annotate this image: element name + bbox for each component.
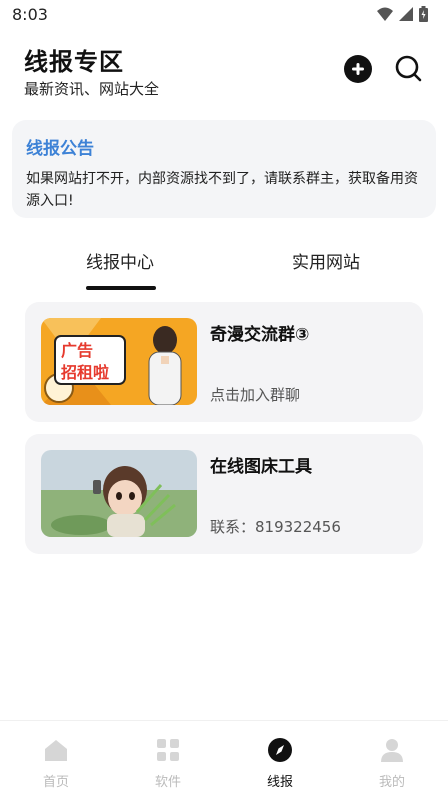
notice-card: 线报公告 如果网站打不开，内部资源找不到了，请联系群主，获取备用资源入口! (12, 120, 436, 218)
svg-text:广告: 广告 (61, 341, 93, 360)
grid-icon (157, 739, 179, 761)
list-item[interactable]: 广告 招租啦 奇漫交流群③ 点击加入群聊 (25, 302, 423, 422)
nav-software[interactable]: 软件 (128, 737, 208, 790)
status-bar: 8:03 (0, 0, 448, 32)
home-icon (45, 740, 67, 761)
svg-text:招租啦: 招租啦 (61, 363, 109, 382)
signal-icon (399, 7, 413, 21)
card-title: 奇漫交流群③ (210, 325, 310, 345)
compass-icon (268, 738, 292, 762)
battery-icon (419, 6, 428, 22)
bottom-nav: 首页 软件 线报 我的 (0, 720, 448, 797)
search-button[interactable] (393, 53, 423, 83)
user-icon (381, 739, 403, 762)
status-icons (377, 6, 428, 22)
search-icon (395, 55, 422, 82)
notice-text: 如果网站打不开，内部资源找不到了，请联系群主，获取备用资源入口! (26, 171, 418, 209)
nav-label-software: 软件 (154, 775, 181, 790)
nav-news[interactable]: 线报 (240, 737, 320, 790)
plus-circle-icon (352, 63, 364, 75)
tab-useful-sites[interactable]: 实用网站 (292, 248, 360, 273)
notice-title: 线报公告 (26, 139, 94, 159)
card-thumbnail (41, 450, 197, 537)
list-item[interactable]: 在线图床工具 联系：819322456 (25, 434, 423, 554)
card-subtitle: 点击加入群聊 (210, 386, 301, 404)
tab-news-center[interactable]: 线报中心 (86, 248, 154, 273)
page-title: 线报专区 (24, 48, 124, 76)
nav-home[interactable]: 首页 (16, 737, 96, 790)
nav-label-news: 线报 (266, 775, 293, 790)
active-tab-indicator (86, 286, 156, 290)
card-thumbnail: 广告 招租啦 (41, 318, 197, 405)
wifi-icon (377, 7, 393, 21)
add-button[interactable] (344, 55, 372, 83)
card-title: 在线图床工具 (210, 457, 312, 477)
card-subtitle: 联系：819322456 (210, 518, 341, 536)
nav-label-home: 首页 (42, 775, 69, 790)
nav-profile[interactable]: 我的 (352, 737, 432, 790)
page-subtitle: 最新资讯、网站大全 (24, 80, 160, 98)
status-time: 8:03 (12, 5, 48, 24)
nav-label-profile: 我的 (378, 775, 405, 790)
